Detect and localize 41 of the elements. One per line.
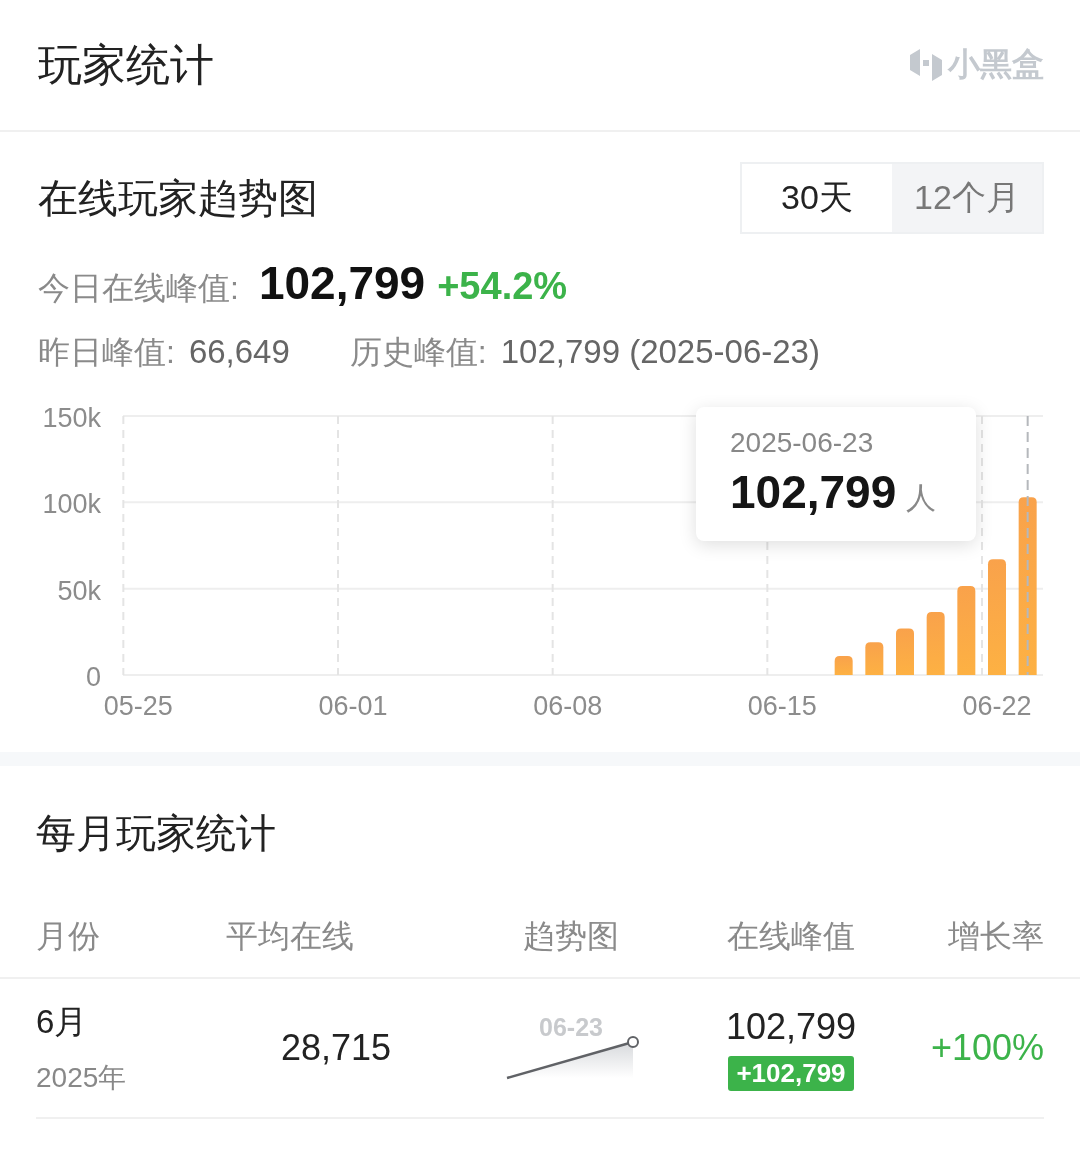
tooltip-unit: 人 [906, 480, 937, 516]
table-cell: 102,799 [725, 1005, 857, 1048]
axis-label: 06-22 [962, 691, 1032, 721]
table-cell-text: 2025年 [36, 1060, 128, 1095]
axis-label: 05-25 [103, 691, 173, 721]
range-tab[interactable]: 30天 [742, 164, 892, 232]
tooltip-date: 2025-06-23 [730, 427, 875, 459]
stat-label: 历史峰值: [349, 333, 487, 372]
table-cell-text: 6月 [36, 1001, 89, 1042]
column-header: 趋势图 [522, 917, 620, 956]
table-cell-text: 28,715 [279, 1027, 393, 1069]
growth-value: +100% [929, 1027, 1044, 1069]
stat-label: 今日在线峰值: [38, 269, 239, 308]
stat-value: 66,649 [188, 333, 290, 371]
section-title: 在线玩家趋势图 [38, 174, 318, 222]
stat-value: 102,799 [258, 256, 426, 310]
logo-text: 小黑盒 [948, 45, 1044, 84]
stat-label: 昨日峰值: [38, 333, 175, 372]
axis-label: 06-01 [318, 691, 388, 721]
column-header: 月份 [36, 917, 101, 956]
axis-label: 06-08 [533, 691, 603, 721]
chart-bar [896, 628, 914, 675]
logo-icon [908, 46, 944, 84]
stat-value: 102,799 (2025-06-23) [500, 333, 820, 371]
axis-label: 100k [42, 489, 101, 520]
chart-bar [834, 656, 853, 675]
axis-label: 50k [57, 575, 101, 606]
column-header: 平均在线 [226, 917, 355, 956]
chart-bar [865, 642, 884, 675]
axis-label: 0 [85, 662, 101, 692]
tooltip-value: 102,799 [730, 465, 897, 519]
chart-bar [926, 612, 945, 675]
column-header: 在线峰值 [726, 917, 856, 956]
change-badge: +102,799 [728, 1055, 854, 1091]
section-title: 每月玩家统计 [36, 810, 277, 857]
change-value: +54.2% [437, 265, 568, 308]
range-tab[interactable]: 12个月 [892, 164, 1042, 232]
axis-label: 150k [42, 403, 101, 433]
axis-label: 06-15 [747, 691, 817, 721]
page-title: 玩家统计 [38, 38, 214, 91]
column-header: 增长率 [947, 917, 1044, 956]
